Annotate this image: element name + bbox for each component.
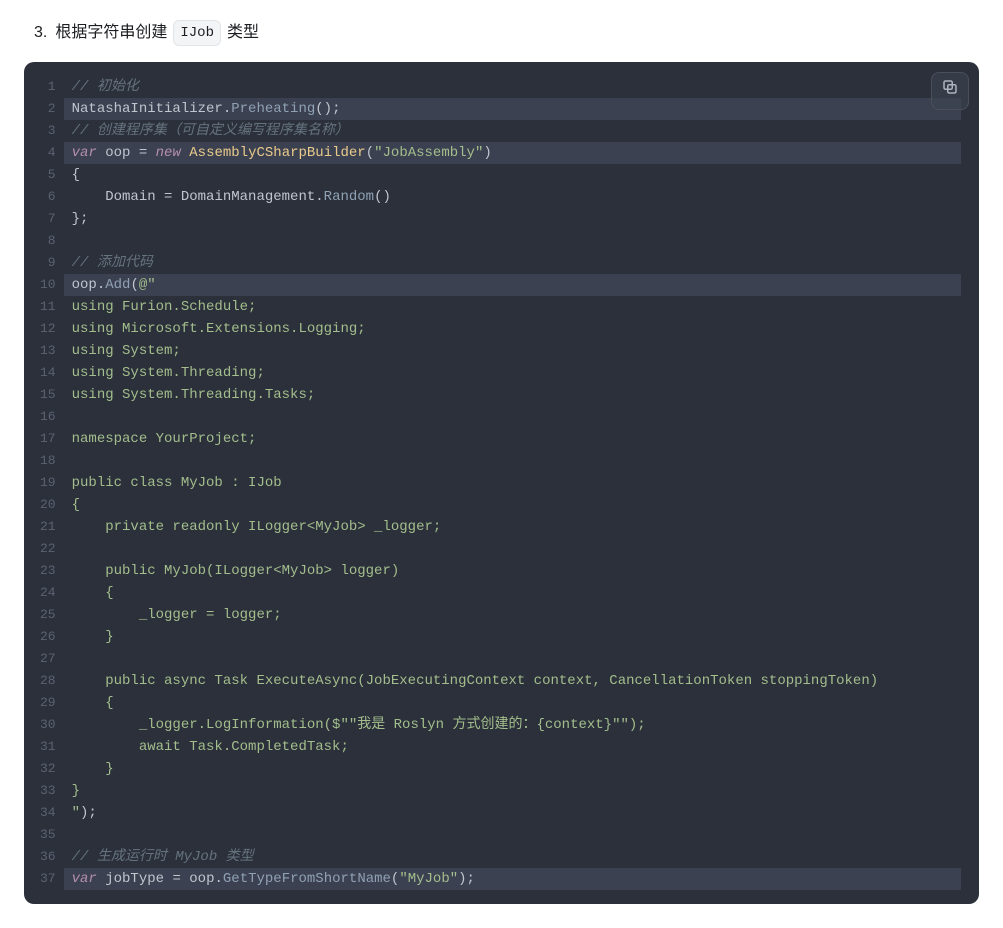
code-line: using System.Threading;	[72, 362, 961, 384]
code-line: oop.Add(@"	[64, 274, 961, 296]
code-inner: 1234567891011121314151617181920212223242…	[24, 62, 979, 904]
line-number: 7	[40, 208, 56, 230]
code-line	[72, 648, 961, 670]
code-line: var jobType = oop.GetTypeFromShortName("…	[64, 868, 961, 890]
line-number: 14	[40, 362, 56, 384]
line-number: 12	[40, 318, 56, 340]
line-number: 31	[40, 736, 56, 758]
code-line: using Furion.Schedule;	[72, 296, 961, 318]
code-line: public async Task ExecuteAsync(JobExecut…	[72, 670, 961, 692]
code-line	[72, 824, 961, 846]
line-number: 9	[40, 252, 56, 274]
code-line: _logger = logger;	[72, 604, 961, 626]
line-number: 35	[40, 824, 56, 846]
line-number: 3	[40, 120, 56, 142]
line-number: 1	[40, 76, 56, 98]
line-number: 18	[40, 450, 56, 472]
line-number: 4	[40, 142, 56, 164]
code-line	[72, 230, 961, 252]
code-line: await Task.CompletedTask;	[72, 736, 961, 758]
step-number: 3.	[34, 20, 47, 46]
line-number: 17	[40, 428, 56, 450]
code-line: // 创建程序集（可自定义编写程序集名称）	[72, 120, 961, 142]
code-line: using Microsoft.Extensions.Logging;	[72, 318, 961, 340]
code-line: var oop = new AssemblyCSharpBuilder("Job…	[64, 142, 961, 164]
line-number: 20	[40, 494, 56, 516]
line-number: 8	[40, 230, 56, 252]
code-line: {	[72, 692, 961, 714]
line-number: 33	[40, 780, 56, 802]
code-line: // 添加代码	[72, 252, 961, 274]
line-number: 13	[40, 340, 56, 362]
copy-button[interactable]	[931, 72, 969, 110]
code-line	[72, 406, 961, 428]
code-line: ");	[72, 802, 961, 824]
code-line: public MyJob(ILogger<MyJob> logger)	[72, 560, 961, 582]
line-number: 15	[40, 384, 56, 406]
code-line: // 初始化	[72, 76, 961, 98]
line-number: 26	[40, 626, 56, 648]
line-number: 21	[40, 516, 56, 538]
code-line: // 生成运行时 MyJob 类型	[72, 846, 961, 868]
code-line	[72, 538, 961, 560]
line-number: 10	[40, 274, 56, 296]
code-line: NatashaInitializer.Preheating();	[64, 98, 961, 120]
code-line: private readonly ILogger<MyJob> _logger;	[72, 516, 961, 538]
code-line: }	[72, 780, 961, 802]
line-number: 5	[40, 164, 56, 186]
line-number: 28	[40, 670, 56, 692]
code-line: namespace YourProject;	[72, 428, 961, 450]
code-line: {	[72, 582, 961, 604]
code-line: };	[72, 208, 961, 230]
code-line: {	[72, 494, 961, 516]
line-number: 23	[40, 560, 56, 582]
line-number: 24	[40, 582, 56, 604]
line-number: 37	[40, 868, 56, 890]
code-line: {	[72, 164, 961, 186]
line-number: 29	[40, 692, 56, 714]
code-line: using System;	[72, 340, 961, 362]
line-gutter: 1234567891011121314151617181920212223242…	[24, 76, 64, 890]
line-number: 36	[40, 846, 56, 868]
code-line: _logger.LogInformation($""我是 Roslyn 方式创建…	[72, 714, 961, 736]
code-line	[72, 450, 961, 472]
step-text-after: 类型	[227, 20, 259, 46]
code-lines: // 初始化NatashaInitializer.Preheating();//…	[64, 76, 979, 890]
line-number: 6	[40, 186, 56, 208]
line-number: 32	[40, 758, 56, 780]
copy-icon	[941, 78, 959, 104]
code-line: Domain = DomainManagement.Random()	[72, 186, 961, 208]
line-number: 25	[40, 604, 56, 626]
line-number: 34	[40, 802, 56, 824]
inline-code-ijob: IJob	[173, 20, 221, 46]
step-text-before: 根据字符串创建	[55, 20, 167, 46]
line-number: 19	[40, 472, 56, 494]
line-number: 30	[40, 714, 56, 736]
code-line: using System.Threading.Tasks;	[72, 384, 961, 406]
line-number: 16	[40, 406, 56, 428]
code-line: public class MyJob : IJob	[72, 472, 961, 494]
line-number: 22	[40, 538, 56, 560]
page-container: 3. 根据字符串创建 IJob 类型 123456789101112131415…	[0, 0, 1003, 924]
line-number: 2	[40, 98, 56, 120]
line-number: 11	[40, 296, 56, 318]
line-number: 27	[40, 648, 56, 670]
step-heading: 3. 根据字符串创建 IJob 类型	[34, 20, 979, 46]
code-block: 1234567891011121314151617181920212223242…	[24, 62, 979, 904]
code-line: }	[72, 758, 961, 780]
code-line: }	[72, 626, 961, 648]
